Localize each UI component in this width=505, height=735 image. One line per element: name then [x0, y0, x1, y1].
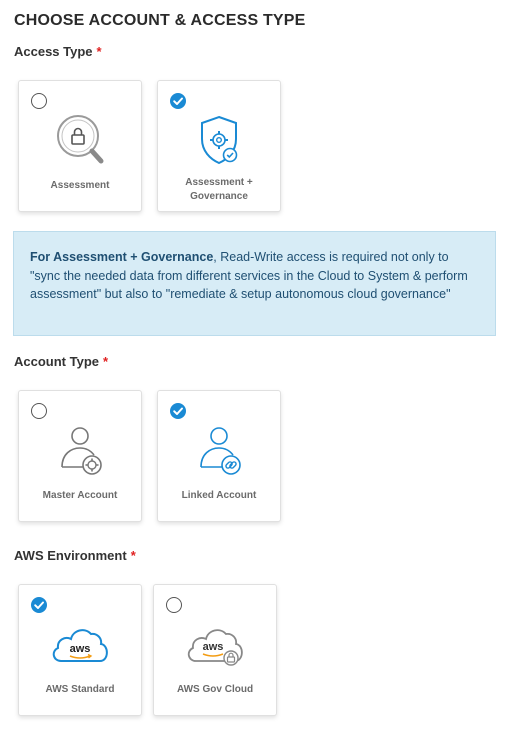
required-marker: *: [130, 548, 136, 563]
account-type-label-text: Account Type: [14, 354, 99, 369]
user-link-icon: [158, 421, 280, 481]
access-type-governance-card[interactable]: Assessment + Governance: [157, 80, 281, 212]
radio-unchecked[interactable]: [31, 93, 47, 109]
aws-logo-text: aws: [203, 641, 224, 653]
user-gear-icon: [19, 421, 141, 481]
radio-unchecked[interactable]: [166, 597, 182, 613]
page-title: CHOOSE ACCOUNT & ACCESS TYPE: [14, 12, 306, 29]
option-label: AWS Standard: [45, 684, 115, 695]
aws-environment-label: AWS Environment *: [14, 548, 136, 563]
aws-gov-cloud-card[interactable]: aws AWS Gov Cloud: [153, 584, 277, 716]
option-label: Linked Account: [181, 490, 257, 501]
access-type-label: Access Type *: [14, 44, 102, 59]
radio-unchecked[interactable]: [31, 403, 47, 419]
radio-checked[interactable]: [170, 93, 186, 109]
option-label: Assessment: [50, 180, 110, 191]
account-type-label: Account Type *: [14, 354, 108, 369]
info-bold: For Assessment + Governance: [30, 250, 214, 264]
aws-cloud-lock-icon: aws: [154, 615, 276, 675]
account-type-linked-card[interactable]: Linked Account: [157, 390, 281, 522]
access-type-assessment-card[interactable]: Assessment: [18, 80, 142, 212]
info-message: For Assessment + Governance, Read-Write …: [13, 231, 496, 336]
access-type-label-text: Access Type: [14, 44, 93, 59]
option-label: AWS Gov Cloud: [176, 684, 254, 695]
shield-gear-icon: [158, 111, 280, 171]
aws-standard-card[interactable]: aws AWS Standard: [18, 584, 142, 716]
option-label: Master Account: [42, 490, 118, 501]
lock-magnifier-icon: [19, 111, 141, 171]
aws-cloud-icon: aws: [19, 615, 141, 675]
option-label: Assessment + Governance: [185, 177, 253, 202]
account-type-master-card[interactable]: Master Account: [18, 390, 142, 522]
radio-checked[interactable]: [170, 403, 186, 419]
required-marker: *: [103, 354, 109, 369]
radio-checked[interactable]: [31, 597, 47, 613]
aws-environment-label-text: AWS Environment: [14, 548, 127, 563]
aws-logo-text: aws: [70, 643, 91, 655]
required-marker: *: [96, 44, 102, 59]
